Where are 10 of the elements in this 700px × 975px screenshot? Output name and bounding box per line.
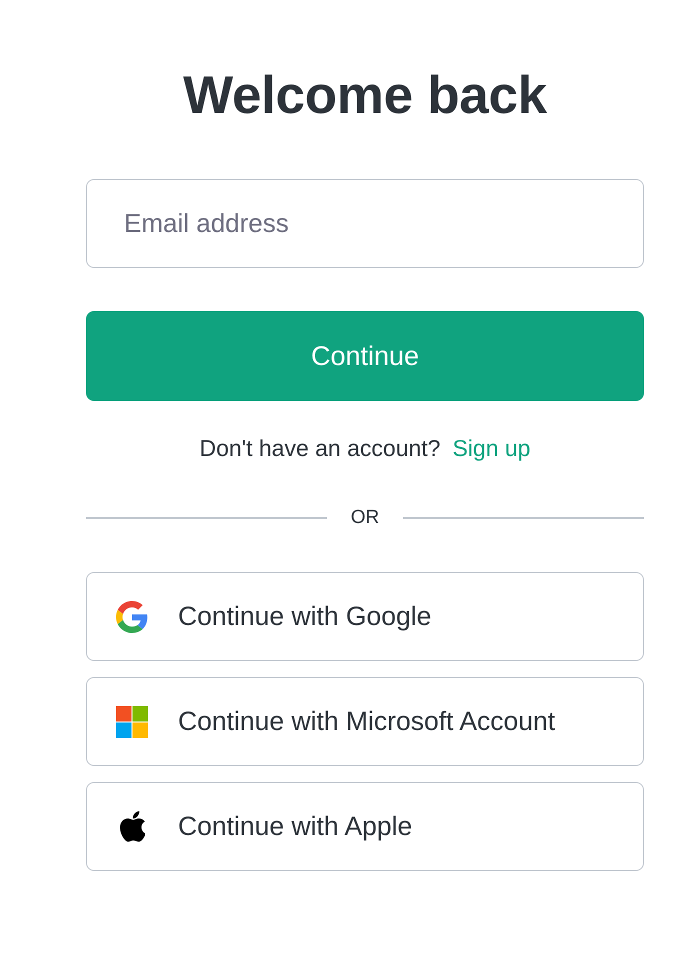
social-login-button[interactable]: Continue with Microsoft Account [86,677,644,766]
social-login-button[interactable]: Continue with Apple [86,782,644,871]
email-field[interactable]: Email address [86,179,644,268]
multicolor-g-icon [116,600,148,632]
social-login-button[interactable]: Continue with Google [86,572,644,661]
page-heading: Welcome back [182,65,548,127]
divider-label: OR [350,507,380,529]
apple-icon [120,811,144,842]
four-squares-icon [116,706,148,738]
signup-prompt: Don't have an account? [200,434,440,463]
